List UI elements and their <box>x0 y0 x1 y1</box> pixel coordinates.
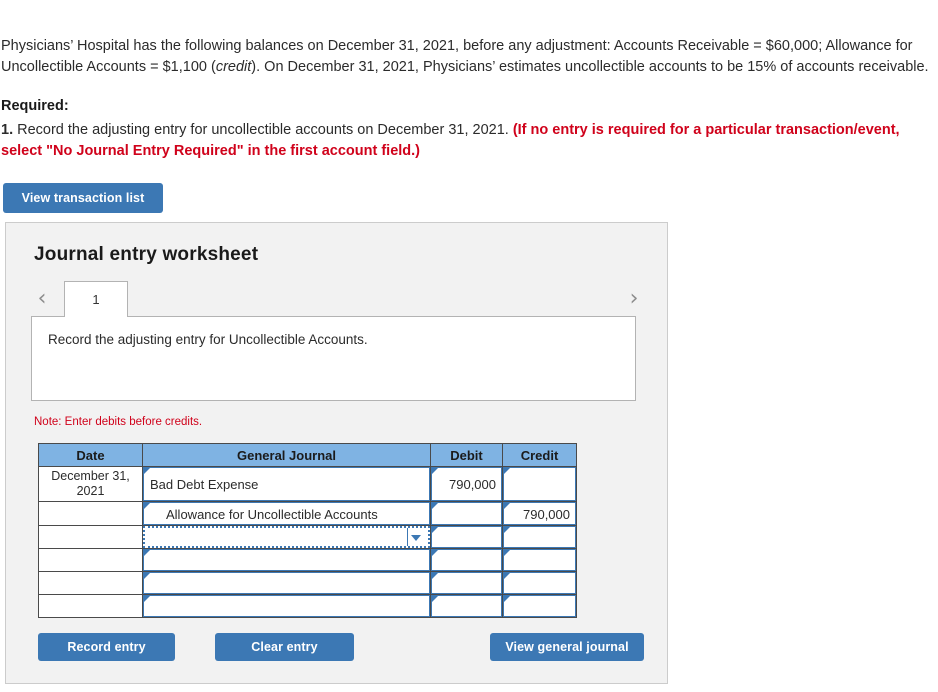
instruction-panel: Record the adjusting entry for Uncollect… <box>31 316 636 401</box>
cell-date: December 31, 2021 <box>38 466 143 502</box>
debit-value <box>432 573 501 575</box>
required-heading: Required: <box>1 98 69 114</box>
table-row: Allowance for Uncollectible Accounts 790… <box>38 501 577 526</box>
required-section: Required: 1. Record the adjusting entry … <box>1 96 929 162</box>
table-header-row: Date General Journal Debit Credit <box>38 443 577 467</box>
record-entry-button[interactable]: Record entry <box>38 633 175 661</box>
cell-debit[interactable] <box>430 501 503 526</box>
cell-debit[interactable] <box>430 548 503 572</box>
cell-account[interactable]: Allowance for Uncollectible Accounts <box>142 501 431 526</box>
journal-entry-table: Date General Journal Debit Credit Decemb… <box>38 443 577 618</box>
cell-credit[interactable] <box>502 571 577 595</box>
account-value <box>145 528 428 530</box>
credit-input[interactable] <box>503 595 576 617</box>
cell-debit[interactable] <box>430 525 503 549</box>
chevron-down-icon[interactable] <box>407 528 424 546</box>
debit-input[interactable] <box>431 526 502 548</box>
worksheet-tab-strip: ‹ 1 › <box>31 281 645 317</box>
account-input[interactable] <box>143 595 430 617</box>
debit-value: 790,000 <box>449 477 496 492</box>
table-row <box>38 571 577 595</box>
table-row: December 31, 2021 Bad Debt Expense 790,0… <box>38 466 577 502</box>
cell-date <box>38 571 143 595</box>
table-row <box>38 525 577 549</box>
table-row <box>38 548 577 572</box>
chevron-right-icon[interactable]: › <box>623 285 645 313</box>
cell-credit[interactable] <box>502 548 577 572</box>
account-select[interactable] <box>143 526 430 548</box>
debit-input[interactable] <box>431 502 502 525</box>
debit-value <box>432 596 501 598</box>
instruction-text: Record the adjusting entry for Uncollect… <box>48 332 368 347</box>
required-item-number: 1. <box>1 122 14 138</box>
column-header-date: Date <box>38 443 143 467</box>
cell-account[interactable] <box>142 548 431 572</box>
account-value: Allowance for Uncollectible Accounts <box>166 507 378 522</box>
cell-debit[interactable] <box>430 571 503 595</box>
problem-text-part2: ). On December 31, 2021, Physicians’ est… <box>251 58 929 75</box>
debit-value <box>432 550 501 552</box>
column-header-general-journal: General Journal <box>142 443 431 467</box>
required-instruction: 1. Record the adjusting entry for uncoll… <box>1 120 929 162</box>
cell-date <box>38 525 143 549</box>
cell-date <box>38 548 143 572</box>
cell-credit[interactable]: 790,000 <box>502 501 577 526</box>
account-input[interactable]: Allowance for Uncollectible Accounts <box>143 502 430 525</box>
credit-value <box>504 550 575 552</box>
account-value <box>144 596 429 598</box>
view-general-journal-button[interactable]: View general journal <box>490 633 644 661</box>
credit-value <box>504 468 575 470</box>
cell-debit[interactable]: 790,000 <box>430 466 503 502</box>
credit-input[interactable]: 790,000 <box>503 502 576 525</box>
credit-value <box>504 573 575 575</box>
clear-entry-button[interactable]: Clear entry <box>215 633 354 661</box>
column-header-debit: Debit <box>430 443 503 467</box>
table-body: December 31, 2021 Bad Debt Expense 790,0… <box>38 466 577 618</box>
cell-account[interactable] <box>142 571 431 595</box>
problem-statement: Physicians’ Hospital has the following b… <box>1 36 929 78</box>
debits-before-credits-note: Note: Enter debits before credits. <box>34 416 203 428</box>
account-input[interactable]: Bad Debt Expense <box>143 467 430 501</box>
cell-debit[interactable] <box>430 594 503 618</box>
account-value: Bad Debt Expense <box>150 477 259 492</box>
debit-input[interactable] <box>431 572 502 594</box>
credit-value: 790,000 <box>523 507 570 522</box>
credit-input[interactable] <box>503 549 576 571</box>
debit-input[interactable] <box>431 595 502 617</box>
table-row <box>38 594 577 618</box>
required-item-text: Record the adjusting entry for uncollect… <box>13 122 513 138</box>
journal-entry-worksheet-panel: Journal entry worksheet ‹ 1 › Record the… <box>5 222 668 684</box>
credit-input[interactable] <box>503 467 576 501</box>
column-header-credit: Credit <box>502 443 577 467</box>
cell-credit[interactable] <box>502 466 577 502</box>
problem-text-italic: credit <box>215 58 252 75</box>
worksheet-tab-1[interactable]: 1 <box>64 281 128 317</box>
debit-input[interactable]: 790,000 <box>431 467 502 501</box>
cell-credit[interactable] <box>502 594 577 618</box>
credit-value <box>504 527 575 529</box>
account-input[interactable] <box>143 549 430 571</box>
credit-input[interactable] <box>503 572 576 594</box>
debit-value <box>432 503 501 505</box>
credit-input[interactable] <box>503 526 576 548</box>
cell-account[interactable] <box>142 525 431 549</box>
cell-date <box>38 501 143 526</box>
view-transaction-list-button[interactable]: View transaction list <box>3 183 163 213</box>
cell-account[interactable] <box>142 594 431 618</box>
cell-credit[interactable] <box>502 525 577 549</box>
account-input[interactable] <box>143 572 430 594</box>
cell-date <box>38 594 143 618</box>
worksheet-title: Journal entry worksheet <box>34 244 259 265</box>
chevron-left-icon[interactable]: ‹ <box>31 285 53 313</box>
credit-value <box>504 596 575 598</box>
account-value <box>144 550 429 552</box>
debit-input[interactable] <box>431 549 502 571</box>
cell-account[interactable]: Bad Debt Expense <box>142 466 431 502</box>
account-value <box>144 573 429 575</box>
debit-value <box>432 527 501 529</box>
